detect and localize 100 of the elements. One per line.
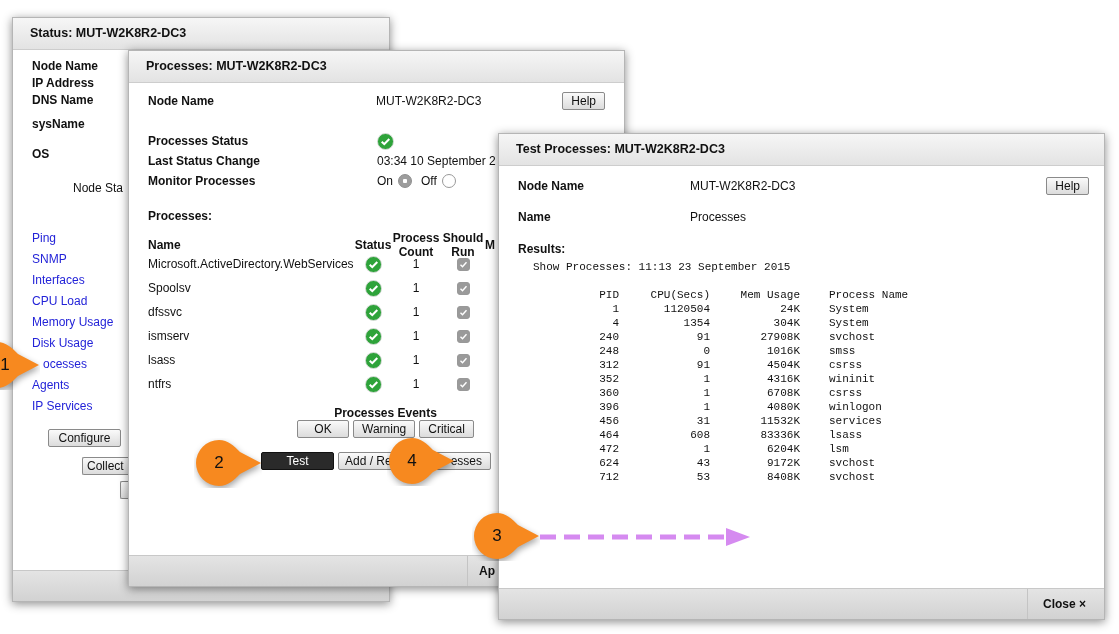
checkbox[interactable] <box>456 281 470 295</box>
event-button[interactable]: Critical <box>419 420 474 438</box>
table-cell-text: 1 <box>411 280 421 297</box>
table-cell-text: 43 <box>695 456 710 470</box>
table-cell-text: Spoolsv <box>148 280 192 297</box>
event-button[interactable]: Warning <box>353 420 416 438</box>
table-cell-text: svchost <box>828 330 877 344</box>
table-cell-text: 248 <box>598 344 619 358</box>
table-cell-text: 456 <box>598 414 619 428</box>
test-button[interactable]: Test <box>261 452 334 470</box>
table-cell-text: csrss <box>828 386 863 400</box>
table-cell-text: System <box>828 302 870 316</box>
help-button[interactable]: Help <box>562 92 605 110</box>
configure-button[interactable]: Configure <box>48 429 121 447</box>
field-label: OS <box>32 146 50 163</box>
section-heading: Results: <box>518 242 567 256</box>
table-cell-text: Microsoft.ActiveDirectory.WebServices <box>148 256 355 273</box>
nav-link[interactable]: SNMP <box>32 249 67 270</box>
apply-button[interactable]: Ap <box>479 564 495 578</box>
table-cell-text: 8408K <box>766 470 800 484</box>
event-button[interactable]: OK <box>297 420 350 438</box>
table-cell-text: dfssvc <box>148 304 183 321</box>
table-cell-text: svchost <box>828 456 877 470</box>
nav-link[interactable]: Interfaces <box>32 270 85 291</box>
column-header: CPU(Secs) <box>649 288 710 302</box>
close-button[interactable]: Close × <box>1043 597 1087 611</box>
collect-button[interactable]: Collect <box>82 457 129 475</box>
table-cell-text: 53 <box>695 470 710 484</box>
field-label: Monitor Processes <box>148 174 257 188</box>
table-cell-text: 31 <box>695 414 710 428</box>
table-cell-text: 472 <box>598 442 619 456</box>
nav-link[interactable]: Agents <box>32 375 70 396</box>
table-cell-text: System <box>828 316 870 330</box>
table-cell-text: 1354 <box>682 316 710 330</box>
table-cell-text: 24K <box>779 302 800 316</box>
field-label: Node Sta <box>73 181 124 197</box>
column-header: Process Count <box>391 230 441 259</box>
table-cell-text: 1 <box>611 302 619 316</box>
column-header: M <box>484 237 496 254</box>
radio-button[interactable] <box>441 174 456 188</box>
help-button[interactable]: Help <box>1046 177 1089 195</box>
column-header: Name <box>148 237 182 254</box>
field-label: sysName <box>32 116 85 133</box>
table-cell-text: 1 <box>411 352 421 369</box>
table-cell-text: services <box>828 414 883 428</box>
field-value: MUT-W2K8R2-DC3 <box>376 94 483 108</box>
field-value: 03:34 10 September 2 <box>377 154 496 168</box>
nav-link[interactable]: CPU Load <box>32 291 88 312</box>
nav-link[interactable]: Ping <box>32 228 57 249</box>
field-value: Processes <box>690 210 747 224</box>
table-cell-text: wininit <box>828 372 877 386</box>
table-cell-text: 352 <box>598 372 619 386</box>
checkbox[interactable] <box>456 305 470 319</box>
table-cell-text: 360 <box>598 386 619 400</box>
table-cell-text: 1 <box>411 328 421 345</box>
table-cell-text: 1 <box>411 304 421 321</box>
table-cell-text: csrss <box>828 358 863 372</box>
table-cell-text: svchost <box>828 470 877 484</box>
results-line: Show Processes: 11:13 23 September 2015 <box>533 260 792 274</box>
table-cell-text: 304K <box>772 316 800 330</box>
table-cell-text: 712 <box>598 470 619 484</box>
table-cell-text: 1 <box>702 400 710 414</box>
section-heading: Processes Events <box>334 406 437 420</box>
table-cell-text: ismserv <box>148 328 191 345</box>
table-cell-text: 6204K <box>766 442 800 456</box>
radio-label: On <box>377 174 393 188</box>
table-cell-text: winlogon <box>828 400 883 414</box>
table-cell-text: 396 <box>598 400 619 414</box>
table-cell-text: 4504K <box>766 358 800 372</box>
table-cell-text: 91 <box>695 358 710 372</box>
table-cell-text: 1120504 <box>662 302 710 316</box>
table-cell-text: 240 <box>598 330 619 344</box>
table-cell-text: 1 <box>411 376 421 393</box>
radio-button[interactable] <box>398 174 412 188</box>
table-cell-text: lsm <box>828 442 850 456</box>
table-cell-text: ntfrs <box>148 376 173 393</box>
table-cell-text: 27908K <box>759 330 800 344</box>
nav-link[interactable]: IP Services <box>32 396 93 417</box>
table-cell-text: lsass <box>828 428 863 442</box>
table-cell-text: 1 <box>702 372 710 386</box>
table-cell-text: 1 <box>702 386 710 400</box>
checkbox[interactable] <box>456 353 470 367</box>
table-cell-text: smss <box>828 344 857 358</box>
table-cell-text: 1016K <box>766 344 800 358</box>
field-label: Name <box>518 210 552 224</box>
nav-link[interactable]: Disk Usage <box>32 333 94 354</box>
checkbox[interactable] <box>456 377 470 391</box>
checkbox[interactable] <box>456 329 470 343</box>
table-cell-text: 1 <box>702 442 710 456</box>
window-title: Status: MUT-W2K8R2-DC3 <box>13 18 389 50</box>
step-callout: 3 <box>472 511 540 561</box>
column-header: Process Name <box>828 288 910 302</box>
column-header: Should Run <box>442 230 484 261</box>
nav-link[interactable]: ocesses <box>43 354 88 375</box>
field-label: Last Status Change <box>148 154 262 168</box>
table-cell-text: 464 <box>598 428 619 442</box>
table-cell-text: 4 <box>611 316 619 330</box>
window-title: Processes: MUT-W2K8R2-DC3 <box>129 51 624 83</box>
nav-link[interactable]: Memory Usage <box>32 312 114 333</box>
checkbox[interactable] <box>456 257 470 271</box>
